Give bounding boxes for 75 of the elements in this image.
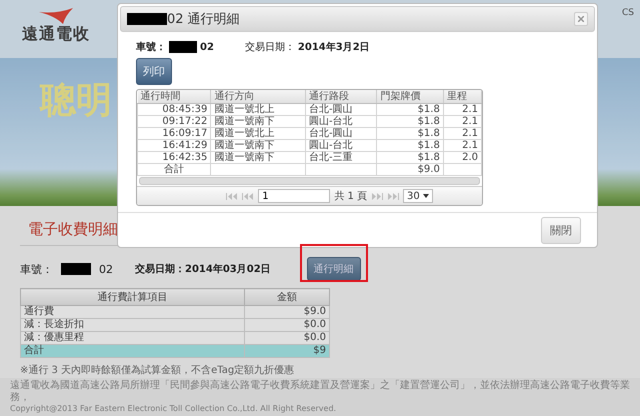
date-value: 2014年3月2日 (298, 40, 370, 54)
transaction-date: 交易日期：2014年03月02日 (135, 262, 271, 276)
details-button[interactable]: 通行明細 (306, 257, 361, 281)
table-cell: 台北-三重 (305, 152, 377, 164)
table-cell: 16:09:17 (138, 128, 211, 140)
table-cell: 合計 (138, 164, 211, 176)
table-cell: 2.1 (443, 128, 482, 140)
table-cell: 國道一號南下 (210, 152, 306, 164)
page-input[interactable]: 1 (258, 189, 330, 203)
table-cell: $0.0 (244, 332, 330, 344)
column-header: 金額 (244, 288, 330, 306)
dialog-title: 02 通行明細 (167, 11, 240, 28)
table-cell: $9.0 (376, 164, 444, 176)
column-header: 通行費計算項目 (20, 288, 244, 306)
table-cell: $9.0 (244, 306, 330, 318)
column-header: 通行路段 (305, 90, 377, 104)
table-cell: $1.8 (376, 140, 444, 152)
close-button[interactable] (574, 12, 588, 26)
table-cell: 合計 (20, 344, 244, 358)
table-cell: $0.0 (244, 318, 330, 332)
table-cell: 圓山-台北 (305, 140, 377, 152)
table-cell: $1.8 (376, 128, 444, 140)
redaction-bar (127, 13, 167, 25)
close-icon (578, 16, 584, 22)
footer-text: Copyright@2013 Far Eastern Electronic Toll Collection Co.,Ltd. All Right Reserved. (10, 404, 338, 414)
table-cell: 08:45:39 (138, 104, 211, 116)
next-page-icon[interactable] (371, 192, 383, 200)
date-label: 交易日期： (244, 40, 295, 54)
last-page-icon[interactable] (387, 192, 399, 200)
plate-label: 車號： (20, 262, 53, 276)
first-page-icon[interactable] (226, 192, 238, 200)
plate-suffix: 02 (99, 262, 113, 276)
table-cell: 通行費 (20, 306, 244, 318)
table-cell: 減：長途折扣 (20, 318, 244, 332)
redaction-bar (169, 41, 197, 53)
table-cell: $1.8 (376, 116, 444, 128)
page-total: 共 1 頁 (334, 190, 367, 203)
table-cell: 09:17:22 (138, 116, 211, 128)
scrollbar[interactable] (139, 177, 480, 185)
column-header: 通行方向 (210, 90, 306, 104)
table-cell: $1.8 (376, 104, 444, 116)
table-cell: 16:41:29 (138, 140, 211, 152)
redaction-bar (61, 263, 91, 275)
plate-label: 車號： (136, 40, 166, 54)
corner-text: CS (622, 8, 634, 18)
table-cell: 圓山-台北 (305, 116, 377, 128)
table-cell: 2.0 (443, 152, 482, 164)
logo-swoosh-icon (39, 8, 73, 24)
note-text: ※通行 3 天內即時餘額僅為試算金額，不含eTag定額九折優惠 (20, 364, 296, 377)
table-cell: 國道一號北上 (210, 128, 306, 140)
table-cell: 2.1 (443, 104, 482, 116)
table-cell: 台北-圓山 (305, 104, 377, 116)
page-size-select[interactable]: 30 (403, 189, 433, 203)
table-cell: 2.1 (443, 140, 482, 152)
highlight-frame (300, 244, 368, 282)
table-cell: 台北-圓山 (305, 128, 377, 140)
plate-suffix: 02 (200, 42, 214, 52)
table-cell: $9 (244, 344, 330, 358)
table-cell: 國道一號南下 (210, 116, 306, 128)
footer-text: 遠通電收為國道高速公路局所辦理「民間參與高速公路電子收費系統建置及營運案」之「建置營運公司」，並依法辦理高速公路電子收費等業務， (10, 380, 630, 404)
print-button[interactable]: 列印 (136, 58, 172, 85)
logo-text: 遠通電收 (22, 24, 90, 45)
banner-headline: 聰明 (40, 80, 112, 121)
previous-page-icon[interactable] (242, 192, 254, 200)
table-cell: $1.8 (376, 152, 444, 164)
column-header: 門架牌價 (376, 90, 444, 104)
table-cell: 16:42:35 (138, 152, 211, 164)
caret-icon (422, 194, 429, 198)
close-button[interactable]: 關閉 (541, 216, 581, 244)
table-cell: 2.1 (443, 116, 482, 128)
table-cell: 減：優惠里程 (20, 332, 244, 344)
column-header: 通行時間 (138, 90, 211, 104)
table-cell: 國道一號北上 (210, 104, 306, 116)
column-header: 里程 (443, 90, 482, 104)
table-cell: 國道一號南下 (210, 140, 306, 152)
